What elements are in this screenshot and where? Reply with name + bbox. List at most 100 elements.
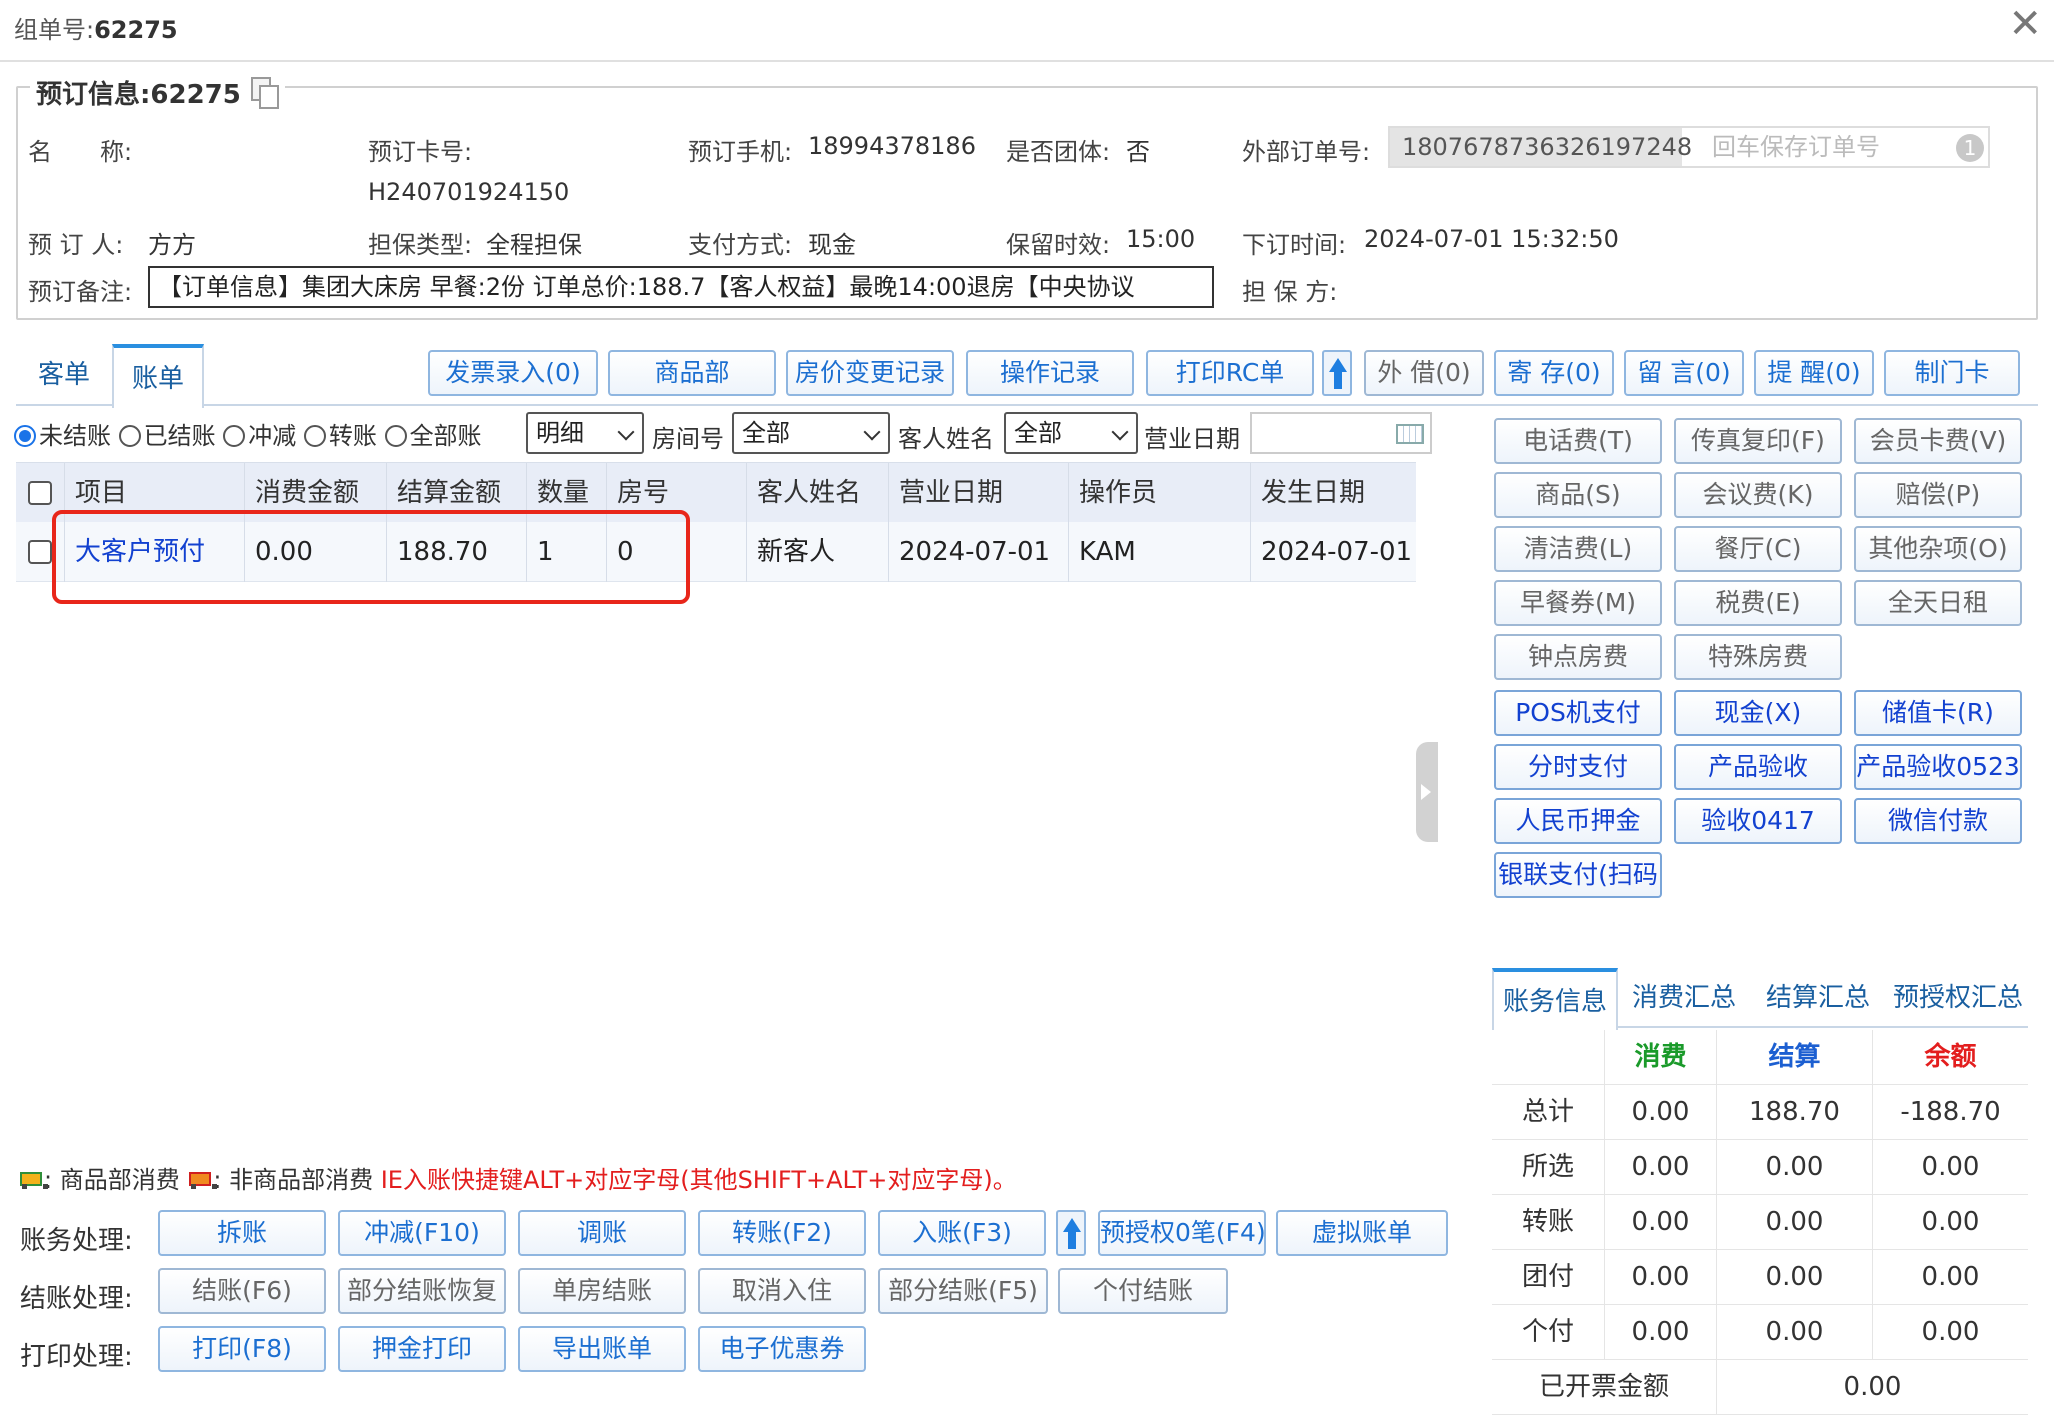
- single-room-checkout-button[interactable]: 单房结账: [518, 1268, 686, 1314]
- divider: [0, 60, 2054, 62]
- copy-icon[interactable]: [250, 76, 279, 109]
- message-button[interactable]: 留 言(0): [1624, 350, 1744, 396]
- arrow-up-icon[interactable]: [1056, 1210, 1086, 1256]
- hold-label: 保留时效:: [1006, 231, 1111, 259]
- installment-pay-button[interactable]: 分时支付: [1494, 744, 1662, 790]
- tax-button[interactable]: 税费(E): [1674, 580, 1842, 626]
- col-business-date[interactable]: 营业日期: [888, 463, 1068, 523]
- name-label: 名 称:: [28, 138, 133, 166]
- phone-label: 预订手机:: [688, 138, 793, 166]
- tab-guest-folio[interactable]: 客单: [18, 344, 110, 406]
- radio-all[interactable]: 全部账: [384, 422, 482, 450]
- summary-cell: 188.70: [1716, 1085, 1872, 1140]
- order-time-value: 2024-07-01 15:32:50: [1364, 225, 1619, 253]
- tab-consume-summary[interactable]: 消费汇总: [1620, 968, 1748, 1028]
- virtual-bill-button[interactable]: 虚拟账单: [1276, 1210, 1448, 1256]
- print-rc-button[interactable]: 打印RC单: [1146, 350, 1314, 396]
- invoiced-label: 已开票金额: [1538, 1372, 1669, 1402]
- partial-checkout-button[interactable]: 部分结账(F5): [878, 1268, 1048, 1314]
- preauth-button[interactable]: 预授权0笔(F4): [1098, 1210, 1266, 1256]
- cleaning-fee-button[interactable]: 清洁费(L): [1494, 526, 1662, 572]
- summary-cell: 0.00: [1716, 1195, 1872, 1250]
- fax-copy-button[interactable]: 传真复印(F): [1674, 418, 1842, 464]
- cancel-checkin-button[interactable]: 取消入住: [698, 1268, 866, 1314]
- partial-checkout-restore-button[interactable]: 部分结账恢复: [338, 1268, 506, 1314]
- tab-settle-summary[interactable]: 结算汇总: [1750, 968, 1886, 1028]
- radio-unsettled[interactable]: 未结账: [14, 422, 111, 450]
- restaurant-button[interactable]: 餐厅(C): [1674, 526, 1842, 572]
- detail-select[interactable]: 明细: [526, 412, 644, 454]
- rate-change-log-button[interactable]: 房价变更记录: [786, 350, 954, 396]
- full-day-rent-button[interactable]: 全天日租: [1854, 580, 2022, 626]
- transfer-button[interactable]: 转账(F2): [698, 1210, 866, 1256]
- summary-row: 团付 0.00 0.00 0.00: [1492, 1250, 2028, 1305]
- product-acceptance-0523-button[interactable]: 产品验收0523: [1854, 744, 2022, 790]
- goods-button[interactable]: 商品(S): [1494, 472, 1662, 518]
- checkout-button[interactable]: 结账(F6): [158, 1268, 326, 1314]
- offset-button[interactable]: 冲减(F10): [338, 1210, 506, 1256]
- booking-info-legend: 预订信息:62275: [30, 74, 285, 111]
- tab-bill[interactable]: 账单: [112, 344, 204, 408]
- ext-order-field[interactable]: 1807678736326197248 回车保存订单号 1: [1388, 126, 1990, 168]
- phone-fee-button[interactable]: 电话费(T): [1494, 418, 1662, 464]
- payment-value: 现金: [808, 231, 856, 259]
- rmb-deposit-button[interactable]: 人民币押金: [1494, 798, 1662, 844]
- summary-cell: 0.00: [1872, 1140, 2028, 1195]
- radio-settled[interactable]: 已结账: [118, 422, 216, 450]
- business-date-input[interactable]: [1250, 412, 1432, 454]
- summary-row: 个付 0.00 0.00 0.00: [1492, 1305, 2028, 1360]
- stored-value-card-button[interactable]: 储值卡(R): [1854, 690, 2022, 736]
- make-key-card-button[interactable]: 制门卡: [1884, 350, 2020, 396]
- group-flag-label: 是否团体:: [1006, 138, 1111, 166]
- special-room-button[interactable]: 特殊房费: [1674, 634, 1842, 680]
- invoice-entry-button[interactable]: 发票录入(0): [428, 350, 598, 396]
- misc-button[interactable]: 其他杂项(O): [1854, 526, 2022, 572]
- remark-field[interactable]: 【订单信息】集团大床房 早餐:2份 订单总价:188.7【客人权益】最晚14:0…: [148, 266, 1214, 308]
- individual-pay-checkout-button[interactable]: 个付结账: [1058, 1268, 1228, 1314]
- breakfast-voucher-button[interactable]: 早餐券(M): [1494, 580, 1662, 626]
- summary-row-label: 团付: [1521, 1262, 1574, 1292]
- meeting-fee-button[interactable]: 会议费(K): [1674, 472, 1842, 518]
- hold-value: 15:00: [1126, 225, 1196, 253]
- summary-row: 所选 0.00 0.00 0.00: [1492, 1140, 2028, 1195]
- tab-account-info[interactable]: 账务信息: [1492, 968, 1618, 1030]
- radio-offset[interactable]: 冲减: [223, 422, 296, 450]
- guest-name-select[interactable]: 全部: [1004, 412, 1138, 454]
- print-button[interactable]: 打印(F8): [158, 1326, 326, 1372]
- reminder-button[interactable]: 提 醒(0): [1754, 350, 1874, 396]
- collapse-panel-handle[interactable]: [1416, 742, 1438, 842]
- shortcut-hint: : 商品部消费 : 非商品部消费 IE入账快捷键ALT+对应字母(其他SHIFT…: [18, 1160, 1017, 1195]
- close-icon[interactable]: ✕: [2008, 4, 2042, 44]
- col-guest-name[interactable]: 客人姓名: [746, 463, 888, 523]
- e-coupon-button[interactable]: 电子优惠券: [698, 1326, 866, 1372]
- goods-dept-button[interactable]: 商品部: [608, 350, 776, 396]
- lend-button[interactable]: 外 借(0): [1364, 350, 1484, 396]
- ext-order-count-badge: 1: [1956, 134, 1984, 162]
- member-card-fee-button[interactable]: 会员卡费(V): [1854, 418, 2022, 464]
- compensation-button[interactable]: 赔偿(P): [1854, 472, 2022, 518]
- operation-log-button[interactable]: 操作记录: [966, 350, 1134, 396]
- acceptance-0417-button[interactable]: 验收0417: [1674, 798, 1842, 844]
- select-all-checkbox[interactable]: [28, 481, 52, 505]
- room-select[interactable]: 全部: [732, 412, 890, 454]
- export-bill-button[interactable]: 导出账单: [518, 1326, 686, 1372]
- hourly-room-button[interactable]: 钟点房费: [1494, 634, 1662, 680]
- summary-cell: 0.00: [1604, 1140, 1716, 1195]
- deposit-storage-button[interactable]: 寄 存(0): [1494, 350, 1614, 396]
- adjust-bill-button[interactable]: 调账: [518, 1210, 686, 1256]
- split-bill-button[interactable]: 拆账: [158, 1210, 326, 1256]
- calendar-icon[interactable]: [1396, 424, 1424, 444]
- cash-button[interactable]: 现金(X): [1674, 690, 1842, 736]
- post-charge-button[interactable]: 入账(F3): [878, 1210, 1046, 1256]
- tab-preauth-summary[interactable]: 预授权汇总: [1888, 968, 2028, 1028]
- wechat-pay-button[interactable]: 微信付款: [1854, 798, 2022, 844]
- radio-transfer[interactable]: 转账: [303, 422, 377, 450]
- unionpay-scan-button[interactable]: 银联支付(扫码: [1494, 852, 1662, 898]
- product-acceptance-button[interactable]: 产品验收: [1674, 744, 1842, 790]
- col-operator[interactable]: 操作员: [1068, 463, 1250, 523]
- pos-pay-button[interactable]: POS机支付: [1494, 690, 1662, 736]
- col-occurred-date[interactable]: 发生日期: [1250, 463, 1416, 523]
- deposit-print-button[interactable]: 押金打印: [338, 1326, 506, 1372]
- arrow-up-icon[interactable]: [1322, 350, 1352, 396]
- row-checkbox[interactable]: [28, 540, 52, 564]
